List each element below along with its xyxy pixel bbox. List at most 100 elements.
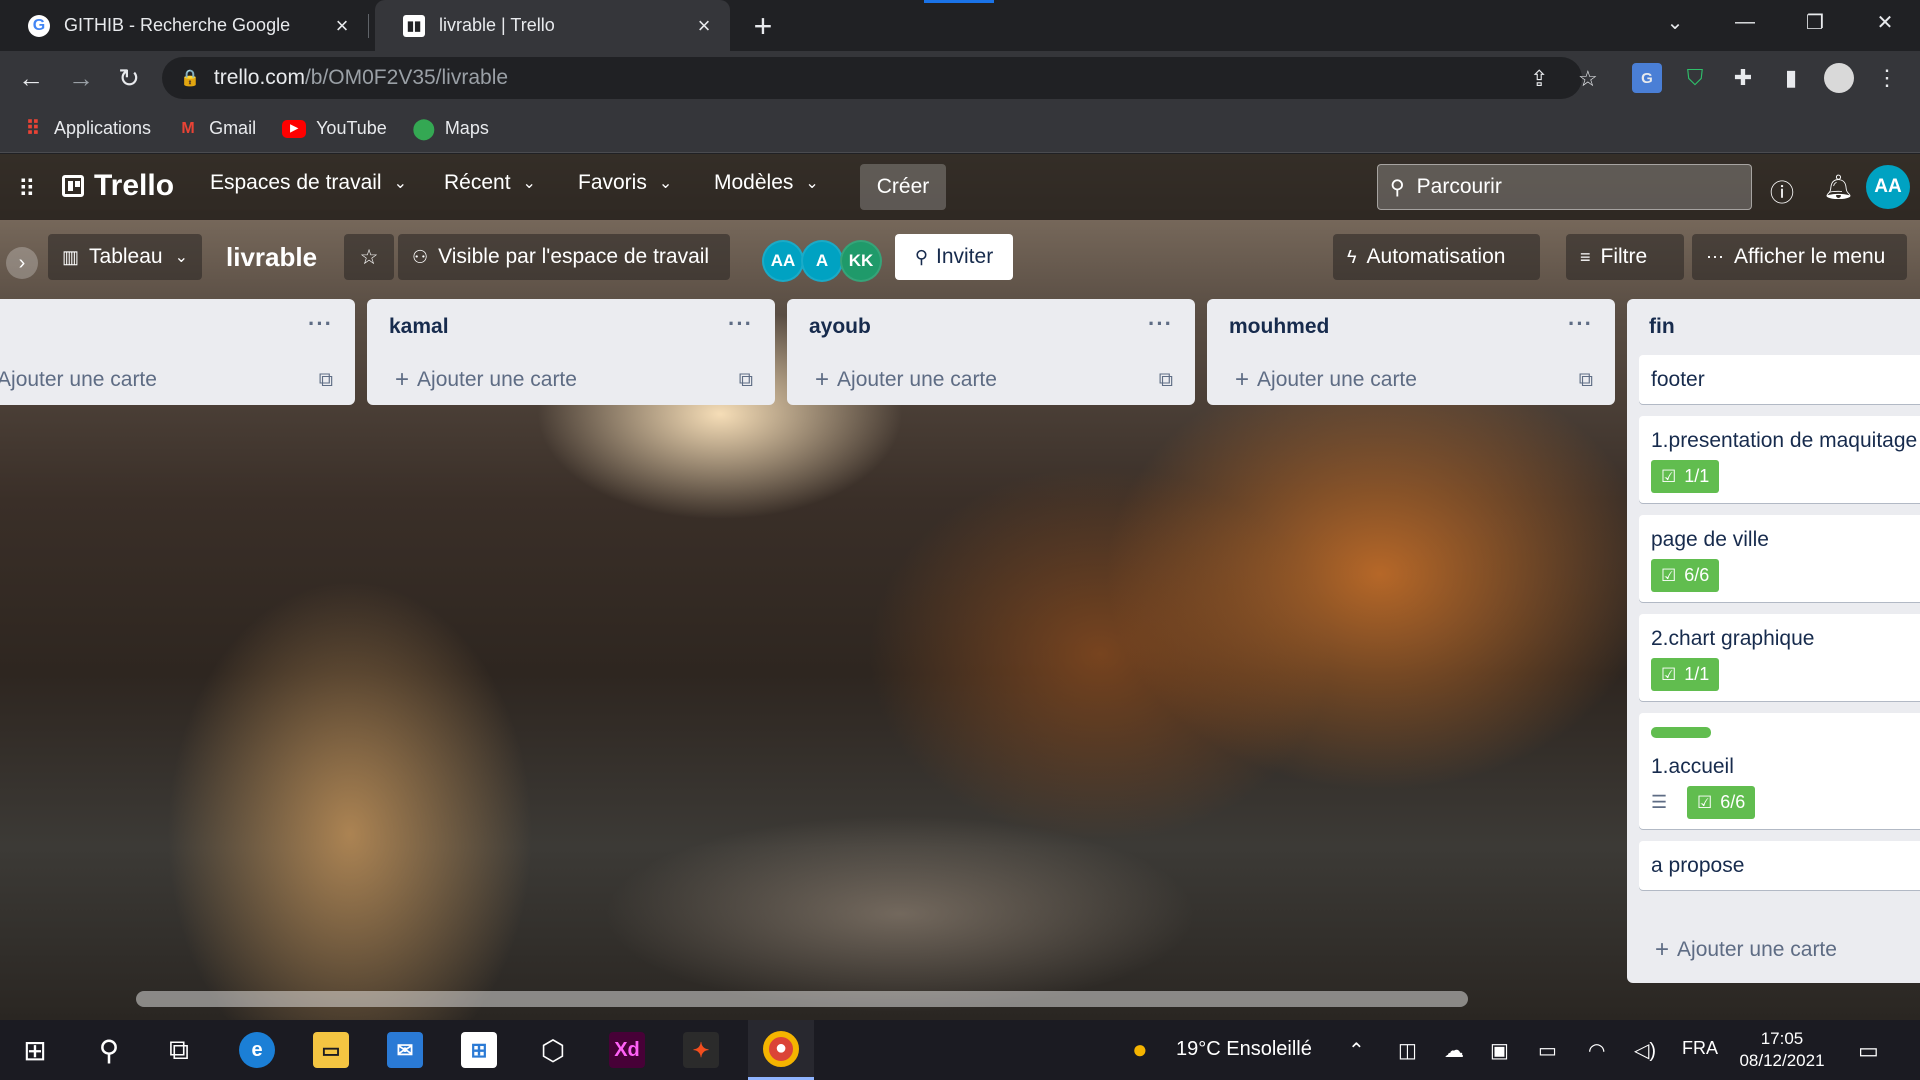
3d-app-icon[interactable]: ⬡ — [520, 1020, 586, 1080]
chrome-icon[interactable]: ● — [748, 1020, 814, 1080]
avatar[interactable]: AA — [1866, 165, 1910, 209]
close-tab-icon[interactable]: × — [692, 13, 716, 39]
file-explorer-icon[interactable]: ▭ — [298, 1020, 364, 1080]
list-menu-icon[interactable]: ··· — [1148, 311, 1173, 337]
minimize-icon[interactable]: — — [1710, 0, 1780, 44]
visibility-button[interactable]: ⚇ Visible par l'espace de travail — [398, 234, 730, 280]
card-presentation-maquettage[interactable]: 1.presentation de maquitage UX/UI ☑ 1/1 — [1639, 416, 1920, 503]
forward-arrow-icon[interactable]: → — [66, 63, 96, 93]
star-board-button[interactable]: ☆ — [344, 234, 394, 280]
sidebar-expand-icon[interactable]: › — [6, 247, 38, 279]
menu-favorites[interactable]: Favoris ⌄ — [578, 171, 672, 195]
window-controls: ⌄ — ❐ ✕ — [1640, 0, 1920, 44]
windows-start-icon[interactable]: ⊞ — [2, 1020, 68, 1080]
volume-icon[interactable]: ◁) — [1634, 1038, 1656, 1063]
bookmark-star-icon[interactable]: ☆ — [1578, 66, 1598, 92]
add-card-button[interactable]: + Ajouter une carte — [1627, 921, 1920, 979]
wifi-icon[interactable]: ◠ — [1588, 1038, 1605, 1063]
shield-extension-icon[interactable]: ⛉ — [1680, 63, 1710, 93]
clock[interactable]: 17:05 08/12/2021 — [1720, 1028, 1844, 1072]
bookmark-gmail[interactable]: M Gmail — [177, 118, 256, 140]
menu-templates[interactable]: Modèles ⌄ — [714, 171, 819, 195]
info-icon[interactable]: ⓘ — [1770, 173, 1794, 208]
task-view-icon[interactable]: ⧉ — [146, 1020, 212, 1080]
add-card-button[interactable]: + Ajouter une carte ⧉ — [1207, 355, 1615, 405]
weather-sun-icon[interactable]: ● — [1132, 1034, 1148, 1065]
display-icon[interactable]: ▣ — [1490, 1038, 1509, 1063]
list-header[interactable]: ayoub ··· — [787, 299, 1195, 355]
card-page-de-ville[interactable]: page de ville ☑ 6/6 — [1639, 515, 1920, 602]
invite-button[interactable]: ⚲ Inviter — [895, 234, 1013, 280]
onedrive-icon[interactable]: ☁ — [1444, 1038, 1464, 1063]
list-menu-icon[interactable]: ··· — [1568, 311, 1593, 337]
add-card-button[interactable]: + Ajouter une carte ⧉ — [787, 355, 1195, 405]
microsoft-store-icon[interactable]: ⊞ — [446, 1020, 512, 1080]
list-header[interactable]: do ··· — [0, 299, 355, 355]
card-template-icon[interactable]: ⧉ — [319, 369, 333, 392]
restore-icon[interactable]: ❐ — [1780, 0, 1850, 44]
tab-google-search[interactable]: G GITHIB - Recherche Google × — [0, 0, 368, 51]
new-tab-button[interactable]: + — [748, 8, 778, 45]
tab-trello[interactable]: ▮▮ livrable | Trello × — [375, 0, 730, 51]
close-window-icon[interactable]: ✕ — [1850, 0, 1920, 44]
card-a-propose[interactable]: a propose — [1639, 841, 1920, 890]
list-menu-icon[interactable]: ··· — [728, 311, 753, 337]
member-avatar[interactable]: A — [801, 240, 843, 282]
trello-logo[interactable]: Trello — [62, 169, 174, 203]
search-input[interactable]: ⚲ Parcourir — [1377, 164, 1752, 210]
member-avatar[interactable]: AA — [762, 240, 804, 282]
card-container: footer 1.presentation de maquitage UX/UI… — [1627, 355, 1920, 921]
add-card-button[interactable]: + Ajouter une carte ⧉ — [0, 355, 355, 405]
language-indicator[interactable]: FRA — [1682, 1038, 1718, 1059]
horizontal-scrollbar[interactable] — [136, 991, 1468, 1007]
weather-text[interactable]: 19°C Ensoleillé — [1176, 1038, 1312, 1061]
tab-search-chevron-icon[interactable]: ⌄ — [1640, 0, 1710, 44]
reload-icon[interactable]: ↻ — [114, 63, 144, 93]
meet-icon[interactable]: ◫ — [1398, 1038, 1417, 1063]
card-chart-graphique[interactable]: 2.chart graphique ☑ 1/1 — [1639, 614, 1920, 701]
list-header[interactable]: mouhmed ··· — [1207, 299, 1615, 355]
notifications-icon[interactable]: ▭ — [1858, 1038, 1879, 1064]
adobe-xd-icon[interactable]: Xd — [594, 1020, 660, 1080]
app-switcher-icon[interactable]: ⠿ — [18, 175, 36, 204]
notification-bell-icon[interactable]: 🔔︎ — [1823, 173, 1853, 202]
bookmark-youtube[interactable]: ▶ YouTube — [282, 118, 387, 139]
profile-avatar-icon[interactable] — [1824, 63, 1854, 93]
card-template-icon[interactable]: ⧉ — [1159, 369, 1173, 392]
menu-recent[interactable]: Récent ⌄ — [444, 171, 536, 195]
menu-workspaces[interactable]: Espaces de travail ⌄ — [210, 171, 407, 195]
search-icon[interactable]: ⚲ — [76, 1020, 142, 1080]
member-avatar[interactable]: KK — [840, 240, 882, 282]
board-title[interactable]: livrable — [226, 242, 317, 273]
back-arrow-icon[interactable]: ← — [16, 63, 46, 93]
bookmark-applications[interactable]: ⠿ Applications — [22, 118, 151, 140]
card-accueil[interactable]: 1.accueil ☰ ☑ 6/6 — [1639, 713, 1920, 829]
bookmark-maps[interactable]: ⬤ Maps — [413, 118, 489, 140]
battery-icon[interactable]: ▭ — [1538, 1038, 1557, 1063]
mail-icon[interactable]: ✉ — [372, 1020, 438, 1080]
card-footer[interactable]: footer — [1639, 355, 1920, 404]
close-tab-icon[interactable]: × — [330, 13, 354, 39]
create-button[interactable]: Créer — [860, 164, 946, 210]
puzzle-extensions-icon[interactable]: ✚ — [1728, 63, 1758, 93]
add-card-button[interactable]: + Ajouter une carte ⧉ — [367, 355, 775, 405]
share-icon[interactable]: ⇪ — [1530, 66, 1548, 92]
translate-extension-icon[interactable]: G — [1632, 63, 1662, 93]
address-bar[interactable]: 🔒 trello.com/b/OM0F2V35/livrable ⇪ ☆ — [162, 57, 1598, 99]
show-menu-button[interactable]: ⋯ Afficher le menu — [1692, 234, 1907, 280]
side-panel-icon[interactable]: ▮ — [1776, 63, 1806, 93]
automation-button[interactable]: ϟ Automatisation — [1333, 234, 1540, 280]
list-menu-icon[interactable]: ··· — [308, 311, 333, 337]
board-view-switcher[interactable]: ▥ Tableau ⌄ — [48, 234, 202, 280]
logo-text: Trello — [94, 169, 175, 202]
kebab-menu-icon[interactable]: ⋮ — [1872, 63, 1902, 93]
card-label[interactable] — [1651, 727, 1711, 738]
list-header[interactable]: kamal ··· — [367, 299, 775, 355]
figma-icon[interactable]: ✦ — [668, 1020, 734, 1080]
filter-button[interactable]: ≡ Filtre — [1566, 234, 1684, 280]
edge-icon[interactable]: e — [224, 1020, 290, 1080]
card-template-icon[interactable]: ⧉ — [1579, 369, 1593, 392]
card-template-icon[interactable]: ⧉ — [739, 369, 753, 392]
list-header[interactable]: fin — [1627, 299, 1920, 355]
chevron-up-icon[interactable]: ⌃ — [1348, 1038, 1365, 1063]
